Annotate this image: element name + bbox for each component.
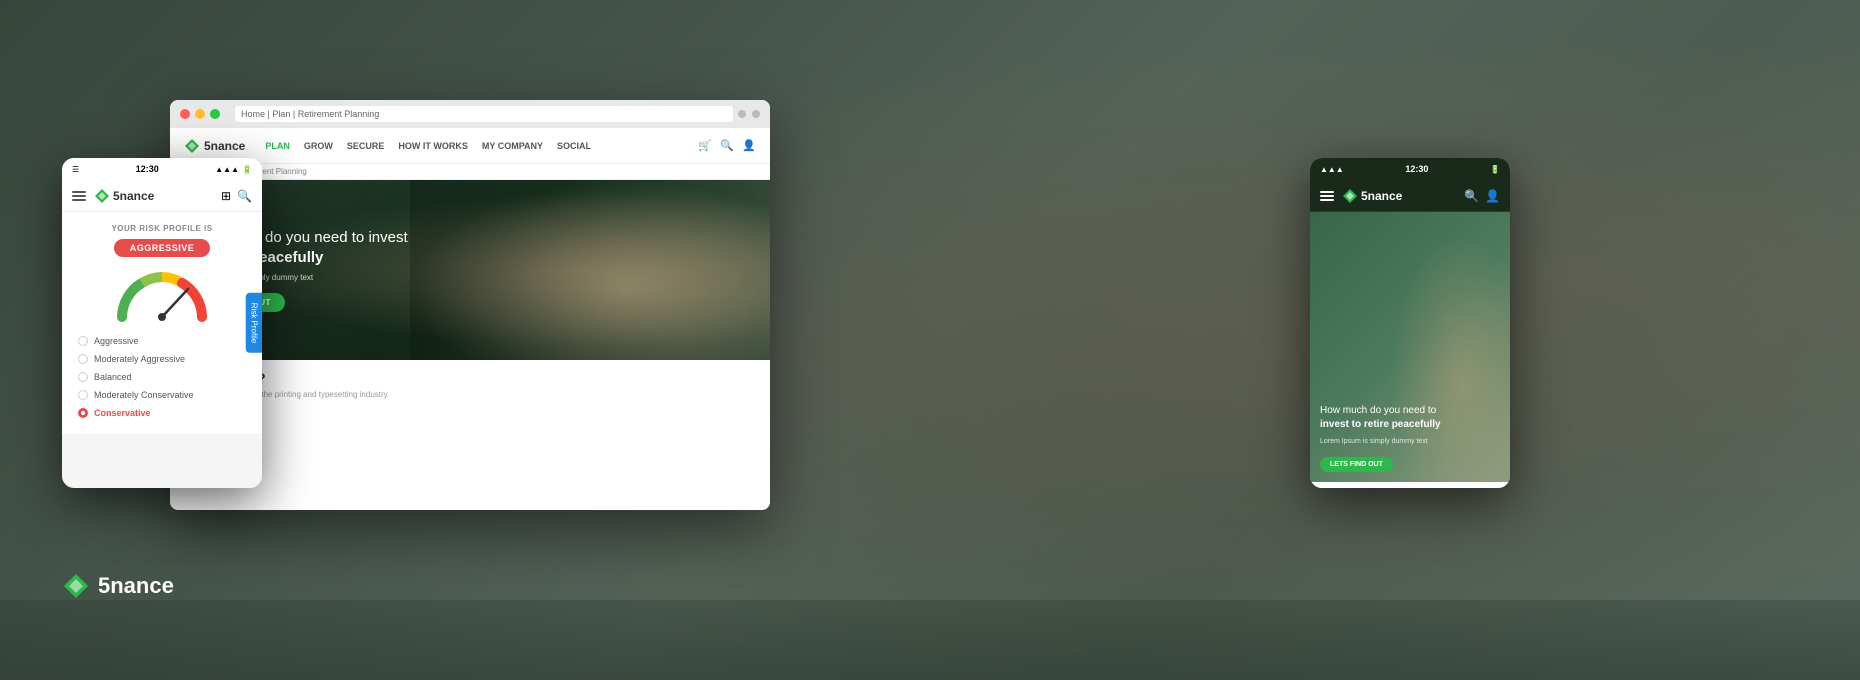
mobile-hero-line1: How much do you need to [1320,405,1436,416]
site-nav: 5nance PLAN GROW SECURE HOW IT WORKS MY … [170,128,770,164]
gauge-svg [112,267,212,322]
radio-moderately-conservative[interactable]: Moderately Conservative [78,386,246,404]
browser-address-bar: Home | Plan | Retirement Planning [235,106,733,122]
nav-my-company[interactable]: MY COMPANY [482,141,543,151]
risk-profile-tab[interactable]: Risk Profile [245,293,262,353]
reflection [0,600,1860,680]
mobile-hero-text: How much do you need to invest to retire… [1320,404,1500,472]
mobile-right-logo: 5nance [1342,188,1402,204]
risk-profile-section: YOUR RISK PROFILE IS AGGRESSIVE [62,212,262,434]
search-icon[interactable]: 🔍 [720,139,734,153]
radio-balanced[interactable]: Balanced [78,368,246,386]
mobile-think-ahead-section: Why think ahead? [1310,482,1510,488]
mobile-left-logo: 5nance [94,188,154,204]
aggressive-badge: AGGRESSIVE [114,239,211,257]
think-ahead-body: simply dummy text of the printing and ty… [184,390,756,399]
mobile-left-time: 12:30 [136,164,159,174]
radio-circle-aggressive [78,336,88,346]
mobile-hero-line2: invest to retire peacefully [1320,419,1441,430]
browser-ctrl-1 [738,110,746,118]
browser-maximize-dot [210,109,220,119]
mobile-logo-icon-right [1342,188,1358,204]
bottom-logo: 5nance [62,572,174,600]
status-icons-left: ☰ [72,165,79,174]
bottom-logo-text: 5nance [98,573,174,599]
browser-close-dot [180,109,190,119]
mobile-left-nav: 5nance ⊞ 🔍 [62,180,262,212]
mobile-hero-cta-button[interactable]: LETS FIND OUT [1320,457,1393,472]
nav-links: PLAN GROW SECURE HOW IT WORKS MY COMPANY… [265,141,591,151]
radio-circle-balanced [78,372,88,382]
logo-icon [184,138,200,154]
browser-controls [738,110,760,118]
mobile-right-mockup: ▲▲▲ 12:30 🔋 5nance 🔍 👤 How much do [1310,158,1510,488]
bottom-logo-icon [62,572,90,600]
radio-moderately-aggressive[interactable]: Moderately Aggressive [78,350,246,368]
mobile-right-user-icon[interactable]: 👤 [1485,189,1500,203]
site-logo: 5nance [184,138,245,154]
mobile-search-icon[interactable]: 🔍 [237,189,252,203]
nav-how-it-works[interactable]: HOW IT WORKS [398,141,468,151]
browser-ctrl-2 [752,110,760,118]
mobile-left-nav-icons: ⊞ 🔍 [221,189,252,203]
mobile-right-search-icon[interactable]: 🔍 [1464,189,1479,203]
signal-icons-left: ▲▲▲ 🔋 [215,165,252,174]
user-icon[interactable]: 👤 [742,139,756,153]
nav-plan[interactable]: PLAN [265,141,290,151]
hamburger-right[interactable] [1320,191,1334,201]
mobile-right-status-bar: ▲▲▲ 12:30 🔋 [1310,158,1510,180]
hamburger-menu[interactable] [72,191,86,201]
mobile-right-hero: How much do you need to invest to retire… [1310,212,1510,482]
radio-circle-conservative [78,408,88,418]
nav-secure[interactable]: SECURE [347,141,385,151]
browser-toolbar: Home | Plan | Retirement Planning [170,100,770,128]
risk-profile-label: YOUR RISK PROFILE IS [74,224,250,233]
nav-grow[interactable]: GROW [304,141,333,151]
mobile-right-time: 12:30 [1405,164,1428,174]
mobile-left-status-bar: ☰ 12:30 ▲▲▲ 🔋 [62,158,262,180]
mobile-hero-subtitle: Lorem Ipsum is simply dummy text [1320,438,1500,445]
nav-social[interactable]: SOCIAL [557,141,591,151]
radio-circle-mod-aggressive [78,354,88,364]
battery-icons-right: 🔋 [1490,165,1500,174]
hero-people-image [410,180,770,360]
mobile-left-mockup: ☰ 12:30 ▲▲▲ 🔋 5nance ⊞ 🔍 YOUR RISK PROFI… [62,158,262,488]
cart-icon[interactable]: 🛒 [698,139,712,153]
mobile-logo-icon-left [94,188,110,204]
mobile-right-nav: 5nance 🔍 👤 [1310,180,1510,212]
browser-minimize-dot [195,109,205,119]
gauge-container [112,267,212,322]
mobile-right-nav-icons: 🔍 👤 [1464,189,1500,203]
radio-conservative[interactable]: Conservative [78,404,246,422]
signal-icons-right: ▲▲▲ [1320,165,1344,174]
grid-view-icon[interactable]: ⊞ [221,189,231,203]
think-ahead-heading: hink ahead? [184,370,756,386]
radio-options: Aggressive Moderately Aggressive Balance… [74,332,250,422]
radio-aggressive[interactable]: Aggressive [78,332,246,350]
nav-icons: 🛒 🔍 👤 [698,139,756,153]
radio-circle-mod-conservative [78,390,88,400]
